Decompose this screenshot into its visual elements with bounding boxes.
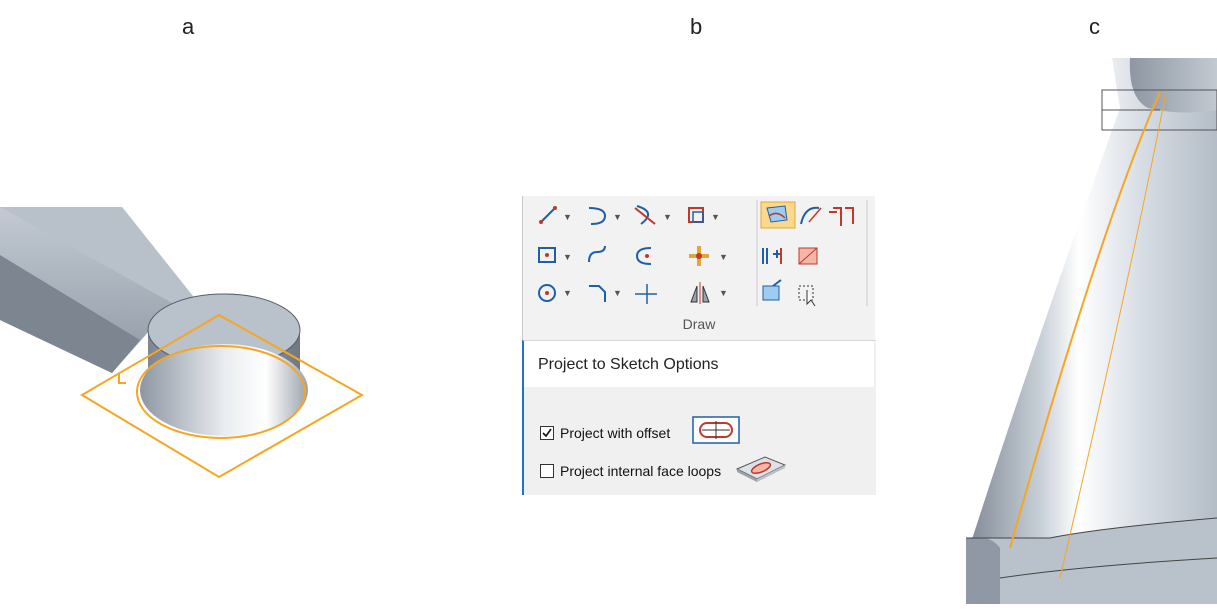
options-header: Project to Sketch Options xyxy=(524,341,874,387)
line-icon[interactable] xyxy=(539,206,557,224)
project-internal-face-loops-option[interactable]: Project internal face loops xyxy=(540,453,787,488)
svg-text:▼: ▼ xyxy=(563,212,572,222)
panel-label-a: a xyxy=(182,14,195,39)
svg-text:▼: ▼ xyxy=(719,252,728,262)
curve-icon[interactable] xyxy=(800,206,822,225)
model-viewport-a[interactable] xyxy=(0,195,380,495)
svg-text:▼: ▼ xyxy=(711,212,720,222)
svg-text:▼: ▼ xyxy=(613,212,622,222)
fillet-icon[interactable] xyxy=(635,247,652,265)
options-title: Project to Sketch Options xyxy=(538,356,719,373)
tapered-body xyxy=(966,58,1217,604)
arc-icon[interactable] xyxy=(588,207,607,225)
project-internal-face-loops-checkbox[interactable] xyxy=(540,463,554,478)
svg-text:▼: ▼ xyxy=(663,212,672,222)
tangent-arc-icon[interactable] xyxy=(588,245,606,263)
svg-text:▼: ▼ xyxy=(563,252,572,262)
project-with-offset-option[interactable]: Project with offset xyxy=(540,416,740,449)
draw-ribbon: ▼ ▼ ▼ ▼ ▼ ▼ ▼ ▼ ▼ Draw xyxy=(522,196,875,340)
panel-label-b: b xyxy=(690,14,703,39)
boss-cylinder xyxy=(140,293,308,436)
project-internal-face-loops-label: Project internal face loops xyxy=(560,462,722,479)
face-loops-icon xyxy=(735,453,787,488)
offset-icon[interactable] xyxy=(688,207,704,223)
project-to-sketch-options-panel: Project to Sketch Options Project with o… xyxy=(522,340,876,495)
panel-label-c: c xyxy=(1089,14,1100,39)
move-icon[interactable] xyxy=(689,246,709,266)
offset-loop-icon xyxy=(692,416,740,449)
fill-icon[interactable] xyxy=(798,247,818,265)
include-icon[interactable] xyxy=(829,207,854,226)
svg-text:▼: ▼ xyxy=(563,288,572,298)
symmetric-offset-icon[interactable] xyxy=(762,248,782,264)
circle-icon[interactable] xyxy=(538,284,556,302)
svg-text:▼: ▼ xyxy=(613,288,622,298)
ribbon-group-label: Draw xyxy=(682,316,716,332)
svg-text:▼: ▼ xyxy=(719,288,728,298)
trim-icon[interactable] xyxy=(634,205,656,225)
model-viewport-c[interactable] xyxy=(960,58,1217,604)
project-with-offset-checkbox[interactable] xyxy=(540,425,554,440)
mirror-icon[interactable] xyxy=(690,282,710,304)
select-icon[interactable] xyxy=(798,285,816,307)
project-to-sketch-icon[interactable] xyxy=(766,205,788,223)
project-with-offset-label: Project with offset xyxy=(560,424,671,441)
zone-icon[interactable] xyxy=(762,279,782,301)
rectangle-icon[interactable] xyxy=(538,247,556,263)
extend-icon[interactable] xyxy=(635,284,657,304)
chamfer-icon[interactable] xyxy=(589,285,606,302)
